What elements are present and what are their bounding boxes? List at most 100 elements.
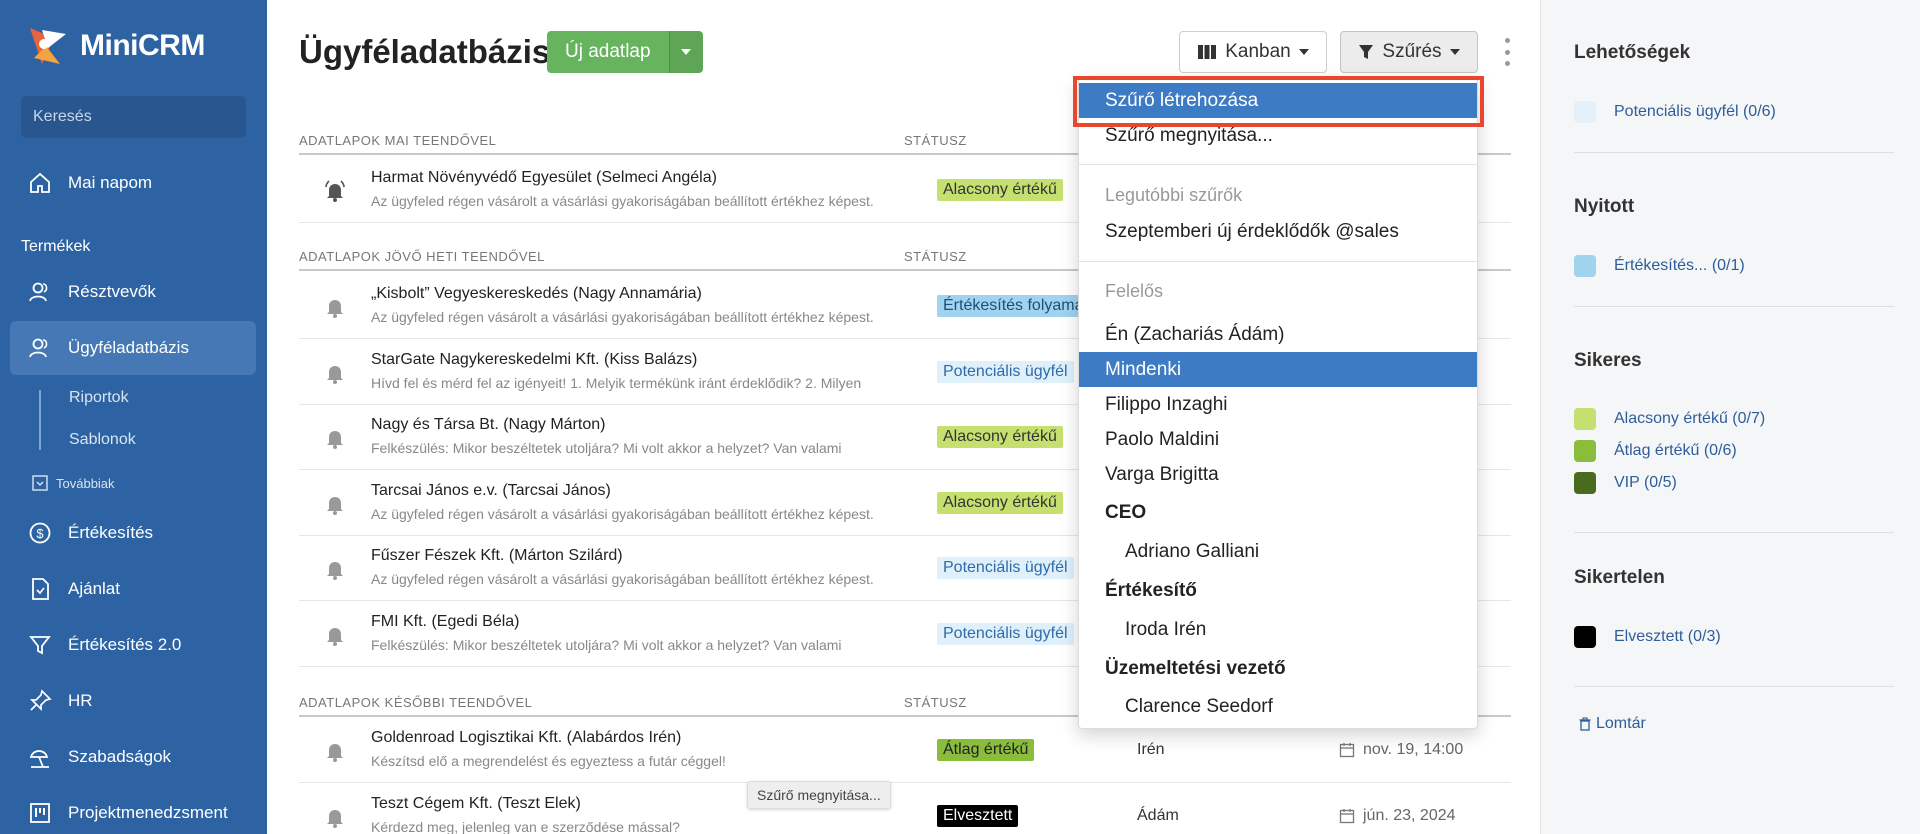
status-filter-item[interactable]: Alacsony értékű (0/7)	[1574, 408, 1765, 430]
sidebar-item-projektmenedzsment[interactable]: Projektmenedzsment	[10, 786, 256, 834]
sidebar-item-hr[interactable]: HR	[10, 674, 256, 728]
more-label: Továbbiak	[56, 475, 115, 491]
app-name: MiniCRM	[80, 29, 205, 62]
trash-icon	[1579, 717, 1591, 731]
caret-down-icon	[1449, 49, 1460, 55]
filter-button[interactable]: Szűrés	[1340, 31, 1478, 73]
bell-icon[interactable]	[323, 295, 347, 319]
svg-text:$: $	[36, 526, 44, 541]
status-column-header: STÁTUSZ	[904, 695, 967, 710]
menu-divider	[1079, 261, 1477, 262]
sidebar-item-ertekesites-2[interactable]: Értékesítés 2.0	[10, 618, 256, 672]
status-filter-item[interactable]: Elvesztett (0/3)	[1574, 626, 1721, 648]
record-task: Hívd fel és mérd fel az igényeit! 1. Mel…	[371, 375, 862, 391]
table-row[interactable]: Teszt Cégem Kft. (Teszt Elek) Kérdezd me…	[299, 783, 1511, 834]
menu-item-user[interactable]: Iroda Irén	[1079, 612, 1477, 647]
record-task: Az ügyfeled régen vásárolt a vásárlási g…	[371, 193, 874, 209]
vacation-icon	[29, 750, 49, 768]
sidebar: MiniCRM Mai napom Termékek Résztvevők Üg…	[0, 0, 267, 834]
home-icon	[30, 172, 50, 193]
record-name[interactable]: StarGate Nagykereskedelmi Kft. (Kiss Bal…	[371, 351, 697, 369]
sidebar-item-szabadsagok[interactable]: Szabadságok	[10, 730, 256, 784]
kanban-label: Kanban	[1225, 41, 1291, 62]
caret-down-icon	[1298, 49, 1309, 55]
more-toggle[interactable]: Továbbiak	[32, 475, 115, 491]
dollar-icon: $	[29, 522, 51, 544]
board-icon	[30, 803, 50, 823]
record-name[interactable]: Tarcsai János e.v. (Tarcsai János)	[371, 482, 611, 500]
bell-ringing-icon[interactable]	[323, 179, 347, 203]
group-title: ADATLAPOK JÖVŐ HETI TEENDŐVEL	[299, 249, 545, 264]
menu-item-everyone[interactable]: Mindenki	[1079, 352, 1477, 387]
trash-label: Lomtár	[1596, 715, 1646, 732]
menu-item-group[interactable]: Értékesítő	[1079, 573, 1477, 608]
bell-icon[interactable]	[323, 557, 347, 581]
tooltip: Szűrő megnyitása...	[747, 781, 891, 809]
status-badge: Potenciális ügyfél	[937, 623, 1074, 645]
app-logo[interactable]: MiniCRM	[26, 24, 205, 68]
menu-item-user[interactable]: Clarence Seedorf	[1079, 689, 1477, 724]
status-swatch	[1574, 472, 1596, 494]
record-task: Készítsd elő a megrendelést és egyeztess…	[371, 753, 726, 769]
menu-item-user[interactable]: Varga Brigitta	[1079, 457, 1477, 492]
record-name[interactable]: Goldenroad Logisztikai Kft. (Alabárdos I…	[371, 729, 681, 747]
group-title: ADATLAPOK KÉSŐBBI TEENDŐVEL	[299, 695, 533, 710]
bell-icon[interactable]	[323, 739, 347, 763]
record-name[interactable]: Teszt Cégem Kft. (Teszt Elek)	[371, 795, 581, 813]
sidebar-item-label: Értékesítés 2.0	[68, 635, 182, 654]
bell-icon[interactable]	[323, 361, 347, 385]
section-title: Nyitott	[1574, 196, 1635, 217]
record-name[interactable]: FMI Kft. (Egedi Béla)	[371, 613, 520, 631]
menu-item-user[interactable]: Adriano Galliani	[1079, 534, 1477, 569]
bell-icon[interactable]	[323, 492, 347, 516]
status-filter-item[interactable]: Értékesítés... (0/1)	[1574, 255, 1745, 277]
sidebar-subitem-riportok[interactable]: Riportok	[69, 389, 129, 407]
sidebar-item-resztvevok[interactable]: Résztvevők	[10, 265, 256, 319]
menu-item-user[interactable]: Filippo Inzaghi	[1079, 387, 1477, 422]
status-badge: Alacsony értékű	[937, 179, 1063, 201]
record-task: Kérdezd meg, jelenleg van e szerződése m…	[371, 819, 680, 834]
submenu-line	[39, 390, 41, 450]
status-badge: Potenciális ügyfél	[937, 557, 1074, 579]
bell-icon[interactable]	[323, 426, 347, 450]
search-input[interactable]	[33, 108, 240, 126]
status-swatch	[1574, 408, 1596, 430]
new-record-button[interactable]: Új adatlap	[547, 31, 669, 73]
record-date: jún. 23, 2024	[1339, 807, 1456, 825]
more-options-icon[interactable]	[1504, 38, 1510, 66]
menu-item-group[interactable]: Üzemeltetési vezető	[1079, 651, 1477, 686]
sidebar-item-mai-napom[interactable]: Mai napom	[10, 156, 256, 210]
search-box[interactable]	[21, 96, 246, 138]
record-name[interactable]: „Kisbolt” Vegyeskereskedés (Nagy Annamár…	[371, 285, 702, 303]
trash-link[interactable]: Lomtár	[1578, 715, 1646, 733]
status-badge: Alacsony értékű	[937, 426, 1063, 448]
sidebar-item-label: HR	[68, 691, 93, 710]
bell-icon[interactable]	[323, 805, 347, 829]
sidebar-item-ugyfeladatbazis[interactable]: Ügyféladatbázis	[10, 321, 256, 375]
record-owner: Ádám	[1137, 807, 1179, 824]
record-name[interactable]: Harmat Növényvédő Egyesület (Selmeci Ang…	[371, 169, 717, 187]
sidebar-subitem-sablonok[interactable]: Sablonok	[69, 431, 136, 449]
status-filter-item[interactable]: Átlag értékű (0/6)	[1574, 440, 1737, 462]
status-column-header: STÁTUSZ	[904, 133, 967, 148]
users-icon	[29, 282, 48, 302]
menu-item-user[interactable]: Paolo Maldini	[1079, 422, 1477, 457]
bell-icon[interactable]	[323, 623, 347, 647]
status-filter-item[interactable]: VIP (0/5)	[1574, 472, 1677, 494]
status-badge: Alacsony értékű	[937, 492, 1063, 514]
sidebar-item-label: Mai napom	[68, 173, 153, 192]
sidebar-item-ertekesites[interactable]: $ Értékesítés	[10, 506, 256, 560]
sidebar-item-ajanlat[interactable]: Ajánlat	[10, 562, 256, 616]
menu-item-me[interactable]: Én (Zachariás Ádám)	[1079, 317, 1477, 352]
record-task: Az ügyfeled régen vásárolt a vásárlási g…	[371, 506, 874, 522]
kanban-button[interactable]: Kanban	[1179, 31, 1327, 73]
section-label-products: Termékek	[21, 238, 91, 255]
menu-item-recent-filter[interactable]: Szeptemberi új érdeklődők @sales	[1079, 214, 1477, 249]
menu-item-group[interactable]: CEO	[1079, 495, 1477, 530]
calendar-icon	[1339, 809, 1355, 824]
status-filter-item[interactable]: Potenciális ügyfél (0/6)	[1574, 101, 1776, 123]
record-name[interactable]: Nagy és Társa Bt. (Nagy Márton)	[371, 416, 605, 434]
record-name[interactable]: Fűszer Fészek Kft. (Márton Szilárd)	[371, 547, 623, 565]
status-label: VIP (0/5)	[1614, 474, 1677, 491]
new-record-dropdown-button[interactable]	[668, 31, 703, 73]
